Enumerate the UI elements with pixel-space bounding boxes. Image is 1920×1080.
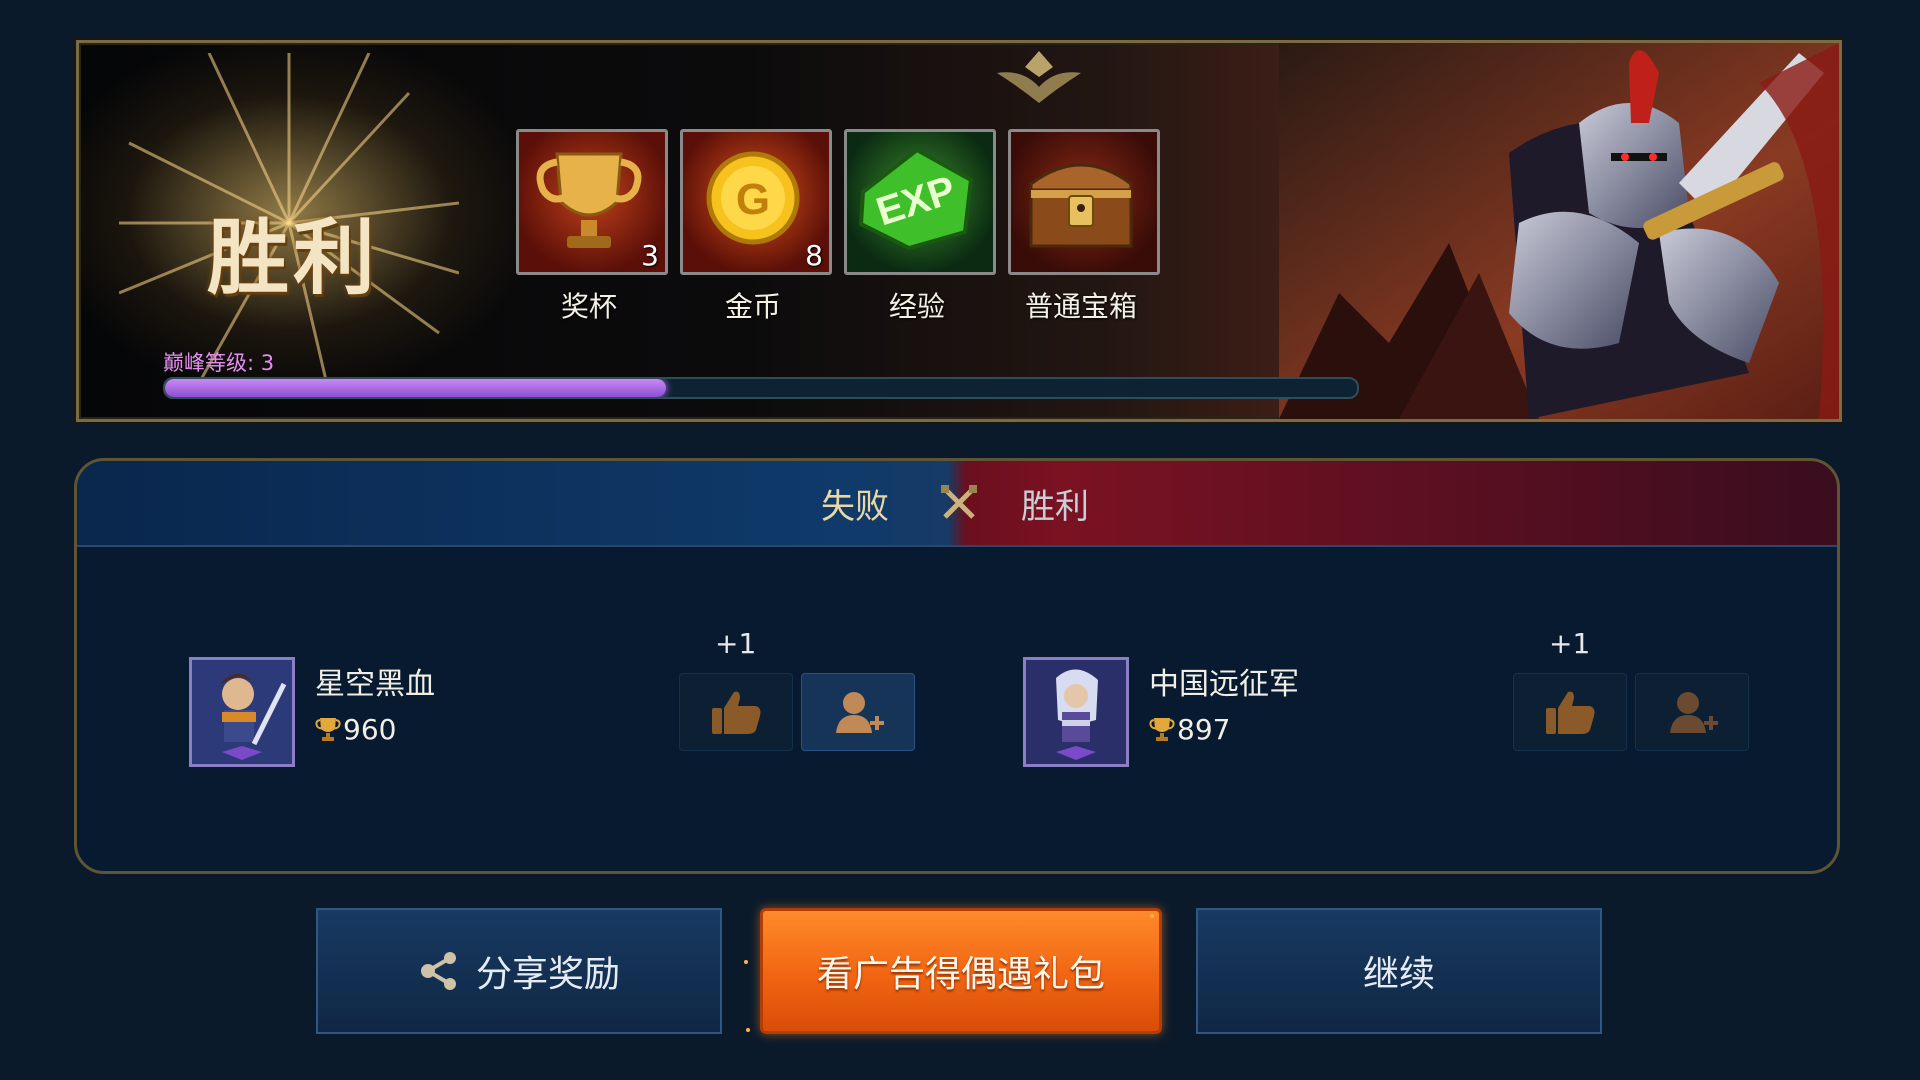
exp-icon: EXP: [858, 147, 974, 251]
continue-button[interactable]: 继续: [1196, 908, 1602, 1034]
reward-slot-gold[interactable]: G 8: [680, 129, 832, 275]
spark-decoration: [744, 960, 748, 964]
player-avatar[interactable]: [189, 657, 295, 767]
spark-decoration: [1150, 914, 1154, 918]
like-button[interactable]: [679, 673, 793, 751]
peak-level-progress-fill: [165, 379, 666, 397]
share-rewards-button[interactable]: 分享奖励: [316, 908, 722, 1034]
peak-level-progress-bar: [163, 377, 1359, 399]
add-friend-icon: [836, 692, 884, 733]
like-button[interactable]: [1513, 673, 1627, 751]
player-name: 星空黑血: [315, 667, 435, 702]
thumbs-up-icon: [712, 691, 761, 734]
reward-slot-trophy[interactable]: 3: [516, 129, 668, 275]
player-avatar[interactable]: [1023, 657, 1129, 767]
ninja-avatar-icon: [1026, 660, 1126, 764]
like-count: +1: [1549, 627, 1591, 660]
continue-label: 继续: [1362, 954, 1435, 995]
trophy-small-icon: [315, 718, 341, 741]
frame-corner: [1801, 43, 1839, 81]
frame-corner: [1801, 381, 1839, 419]
trophy-small-icon: [1149, 718, 1175, 741]
swordsman-avatar-icon: [192, 660, 292, 764]
match-results-panel: 失败 胜利 星空黑血 960 +1 中国远征军 897 +1: [74, 458, 1840, 874]
peak-level-label: 巅峰等级: 3: [163, 351, 275, 375]
svg-text:G: G: [736, 175, 770, 224]
gold-quantity: 8: [805, 239, 823, 272]
add-friend-button[interactable]: [801, 673, 915, 751]
victory-title: 胜利: [207, 211, 380, 306]
gold-coin-icon: G: [706, 151, 800, 245]
frame-corner: [79, 381, 117, 419]
like-count: +1: [715, 627, 757, 660]
teams-header: 失败 胜利: [77, 461, 1837, 547]
watch-ad-gift-label: 看广告得偶遇礼包: [816, 954, 1105, 995]
trophy-quantity: 3: [641, 239, 659, 272]
spark-decoration: [746, 1028, 750, 1032]
knight-hero-art: [1279, 43, 1839, 419]
add-friend-button[interactable]: [1635, 673, 1749, 751]
trophy-icon: [536, 152, 642, 248]
frame-corner: [79, 43, 117, 81]
share-icon: [420, 952, 456, 990]
share-rewards-label: 分享奖励: [475, 954, 620, 995]
crossed-swords-icon: [941, 485, 977, 519]
player-trophy-score: 960: [315, 713, 396, 746]
treasure-chest-icon: [1029, 163, 1133, 248]
reward-label-gold: 金币: [724, 290, 781, 323]
reward-label-chest: 普通宝箱: [1024, 290, 1137, 323]
player-score-value: 897: [1177, 713, 1231, 746]
left-team-result: 失败: [821, 487, 889, 527]
reward-label-exp: 经验: [888, 290, 945, 323]
add-friend-icon: [1670, 692, 1718, 733]
player-name: 中国远征军: [1149, 667, 1299, 702]
result-banner: 胜利 3 奖杯 G 8 金币 EXP 经验 普通宝箱 巅峰等级: 3: [76, 40, 1842, 422]
reward-slot-chest[interactable]: [1008, 129, 1160, 275]
player-score-value: 960: [343, 713, 397, 746]
watch-ad-gift-button[interactable]: 看广告得偶遇礼包: [760, 908, 1162, 1034]
reward-slot-exp[interactable]: EXP: [844, 129, 996, 275]
player-trophy-score: 897: [1149, 713, 1230, 746]
right-team-result: 胜利: [1021, 487, 1089, 527]
reward-label-trophy: 奖杯: [560, 290, 617, 323]
thumbs-up-icon: [1546, 691, 1595, 734]
rank-crest-icon: [997, 51, 1081, 103]
